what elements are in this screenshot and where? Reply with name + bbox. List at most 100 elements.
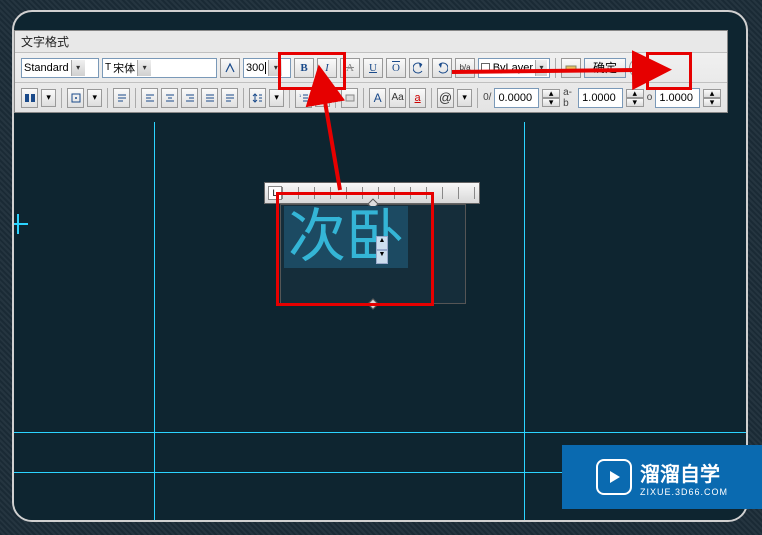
- width-factor-input[interactable]: 1.0000: [655, 88, 700, 108]
- lowercase-button[interactable]: a: [409, 88, 426, 108]
- dropdown-arrow[interactable]: ▾: [41, 89, 56, 107]
- field-icon: [344, 92, 356, 104]
- watermark-title: 溜溜自学: [640, 458, 728, 487]
- separator: [135, 88, 136, 108]
- toolbar-row-1: Standard ▾ T 宋体 ▾ 300 ▾ B I A U O: [15, 52, 727, 82]
- separator: [477, 88, 478, 108]
- paragraph-icon: [116, 92, 128, 104]
- separator: [107, 88, 108, 108]
- align-center-button[interactable]: [161, 88, 178, 108]
- italic-button[interactable]: I: [317, 58, 337, 78]
- chevron-down-icon: ▾: [71, 60, 85, 76]
- color-value: ByLayer: [493, 62, 533, 74]
- stack-icon: b/a: [459, 64, 470, 72]
- guide-line-v: [524, 122, 525, 520]
- oblique-label: 0/: [483, 92, 491, 103]
- spinner-down[interactable]: ▾: [542, 98, 560, 107]
- numbering-button[interactable]: 1: [295, 88, 312, 108]
- align-left-button[interactable]: [141, 88, 158, 108]
- separator: [431, 88, 432, 108]
- dropdown-arrow[interactable]: ▾: [315, 89, 330, 107]
- text-format-panel: 文字格式 Standard ▾ T 宋体 ▾ 300 ▾ B I A: [14, 30, 728, 113]
- svg-text:1: 1: [299, 93, 302, 98]
- oblique-angle-input[interactable]: 0.0000: [494, 88, 539, 108]
- numbering-icon: 1: [298, 92, 310, 104]
- tab-stop-button[interactable]: L: [268, 186, 282, 200]
- resize-handle[interactable]: [367, 298, 378, 309]
- toolbar-row-2: ▾ ▾ ▾ 1 ▾ A Aa a @ ▾: [15, 82, 727, 112]
- color-swatch-icon: [481, 63, 490, 73]
- underline-button[interactable]: U: [363, 58, 383, 78]
- align-right-button[interactable]: [181, 88, 198, 108]
- stack-button[interactable]: b/a: [455, 58, 475, 78]
- mtext-content[interactable]: 次卧: [284, 206, 408, 268]
- separator: [289, 88, 290, 108]
- spinner-down[interactable]: ▾: [703, 98, 721, 107]
- guide-line-h: [14, 432, 746, 433]
- symbol-button[interactable]: @: [437, 88, 454, 108]
- columns-icon: [24, 92, 36, 104]
- ok-label: 确定: [593, 59, 617, 76]
- ruler-ticks: [282, 187, 479, 199]
- font-dropdown[interactable]: T 宋体 ▾: [102, 58, 217, 78]
- line-spacing-button[interactable]: [249, 88, 266, 108]
- align-justify-button[interactable]: [201, 88, 218, 108]
- align-right-icon: [184, 92, 196, 104]
- separator: [555, 58, 556, 78]
- tracking-label: a-b: [563, 87, 575, 109]
- annotative-button[interactable]: [220, 58, 240, 78]
- line-spacing-icon: [251, 92, 263, 104]
- bold-button[interactable]: B: [294, 58, 314, 78]
- dropdown-arrow[interactable]: ▾: [87, 89, 102, 107]
- spinner-down[interactable]: ▾: [626, 98, 644, 107]
- arrow-down-icon[interactable]: ▼: [376, 250, 388, 264]
- guide-line-v: [154, 122, 155, 520]
- ok-button[interactable]: 确定: [584, 58, 626, 78]
- width-factor-label: o: [647, 92, 653, 103]
- case-icon: Aa: [391, 92, 403, 103]
- distribute-button[interactable]: [221, 88, 238, 108]
- overline-button[interactable]: O: [386, 58, 406, 78]
- dropdown-arrow[interactable]: ▾: [269, 89, 284, 107]
- justify-button[interactable]: [67, 88, 84, 108]
- align-left-icon: [144, 92, 156, 104]
- undo-icon: [413, 62, 425, 74]
- text-style-value: Standard: [24, 62, 69, 74]
- text-size-input[interactable]: 300 ▾: [243, 58, 291, 78]
- color-dropdown[interactable]: ByLayer ▾: [478, 58, 550, 78]
- uppercase-button[interactable]: A: [369, 88, 386, 108]
- separator: [363, 88, 364, 108]
- strikethrough-button[interactable]: A: [340, 58, 360, 78]
- dropdown-arrow[interactable]: ▾: [457, 89, 472, 107]
- redo-button[interactable]: [432, 58, 452, 78]
- insert-field-button[interactable]: [341, 88, 358, 108]
- chevron-down-icon: ▾: [268, 60, 282, 76]
- undo-button[interactable]: [409, 58, 429, 78]
- watermark-url: ZIXUE.3D66.COM: [640, 487, 728, 497]
- redo-icon: [436, 62, 448, 74]
- column-handles: ▲ ▼: [376, 236, 388, 264]
- text-cursor-icon: [265, 62, 266, 74]
- tracking-input[interactable]: 1.0000: [578, 88, 623, 108]
- distribute-icon: [224, 92, 236, 104]
- separator: [335, 88, 336, 108]
- arrow-up-icon[interactable]: ▲: [376, 236, 388, 250]
- ruler-button[interactable]: [561, 58, 581, 78]
- annotative-icon: [224, 62, 236, 74]
- play-icon: [596, 459, 632, 495]
- options-button[interactable]: [629, 58, 649, 78]
- text-style-dropdown[interactable]: Standard ▾: [21, 58, 99, 78]
- chevron-down-icon: ▾: [535, 60, 547, 76]
- align-justify-icon: [204, 92, 216, 104]
- tracking-value: 1.0000: [582, 92, 616, 104]
- watermark-badge: 溜溜自学 ZIXUE.3D66.COM: [562, 445, 762, 509]
- width-factor-value: 1.0000: [659, 92, 693, 104]
- paragraph-button[interactable]: [113, 88, 130, 108]
- watermark-text: 溜溜自学 ZIXUE.3D66.COM: [640, 458, 728, 497]
- columns-button[interactable]: [21, 88, 38, 108]
- chevron-down-icon: ▾: [137, 60, 151, 76]
- font-icon: T: [105, 62, 111, 73]
- change-case-button[interactable]: Aa: [389, 88, 406, 108]
- options-icon: [633, 62, 645, 74]
- align-center-icon: [164, 92, 176, 104]
